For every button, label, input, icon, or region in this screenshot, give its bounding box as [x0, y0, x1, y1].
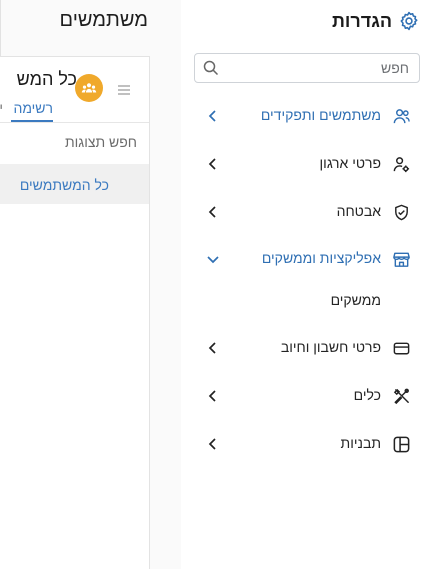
selected-view-label[interactable]: כל המשתמשים — [20, 177, 109, 193]
chevron-left-icon — [205, 156, 221, 172]
chevron-left-icon — [205, 340, 221, 356]
nav-item-apps-integrations[interactable]: אפליקציות וממשקים — [181, 241, 431, 277]
view-search-input[interactable]: חפש תצוגות — [65, 134, 137, 150]
nav-item-org-details[interactable]: פרטי ארגון — [181, 146, 431, 182]
chevron-left-icon — [205, 108, 221, 124]
gear-icon — [398, 10, 420, 32]
nav-item-label: אפליקציות וממשקים — [261, 250, 381, 266]
menu-icon[interactable] — [117, 83, 131, 95]
sub-item-integrations[interactable]: ממשקים — [331, 292, 381, 308]
nav-item-label: משתמשים ותפקידים — [260, 107, 381, 123]
nav-item-templates[interactable]: תבניות — [181, 426, 431, 462]
chevron-left-icon — [205, 436, 221, 452]
search-icon — [203, 60, 219, 76]
chevron-left-icon — [205, 388, 221, 404]
tab-divider — [0, 122, 149, 123]
nav-item-label: אבטחה — [336, 203, 381, 219]
chevron-down-icon — [205, 251, 221, 267]
shield-icon — [392, 203, 411, 222]
avatar[interactable] — [75, 74, 103, 102]
tab-list[interactable]: רשימה — [13, 100, 53, 116]
org-settings-icon — [392, 155, 411, 174]
nav-item-tools[interactable]: כלים — [181, 378, 431, 414]
nav-item-label: תבניות — [340, 435, 381, 451]
nav-item-label: פרטי ארגון — [319, 155, 381, 171]
tab-next[interactable]: י — [0, 100, 3, 116]
nav-item-security[interactable]: אבטחה — [181, 194, 431, 230]
store-icon — [392, 250, 411, 269]
users-views-card: כל המש רשימה י חפש תצוגות כל המשתמשים — [0, 56, 150, 569]
nav-item-users-roles[interactable]: משתמשים ותפקידים — [181, 98, 431, 134]
users-page-title: משתמשים — [59, 9, 148, 31]
credit-card-icon — [392, 339, 411, 358]
card-heading: כל המש — [16, 69, 77, 89]
settings-search-input[interactable] — [229, 59, 409, 77]
settings-header: הגדרות — [332, 9, 420, 33]
nav-item-account-billing[interactable]: פרטי חשבון וחיוב — [181, 330, 431, 366]
nav-item-label: פרטי חשבון וחיוב — [280, 339, 381, 355]
settings-title: הגדרות — [332, 10, 392, 31]
users-icon — [392, 107, 411, 126]
chevron-left-icon — [205, 204, 221, 220]
users-panel: משתמשים כל המש רשימה י חפש תצוגות כל המש… — [0, 0, 181, 569]
tools-icon — [392, 387, 411, 406]
settings-search-box[interactable] — [194, 53, 420, 83]
nav-item-label: כלים — [353, 387, 381, 403]
template-icon — [392, 435, 411, 454]
settings-panel: הגדרות משתמשים ותפקידים פר — [181, 0, 431, 569]
